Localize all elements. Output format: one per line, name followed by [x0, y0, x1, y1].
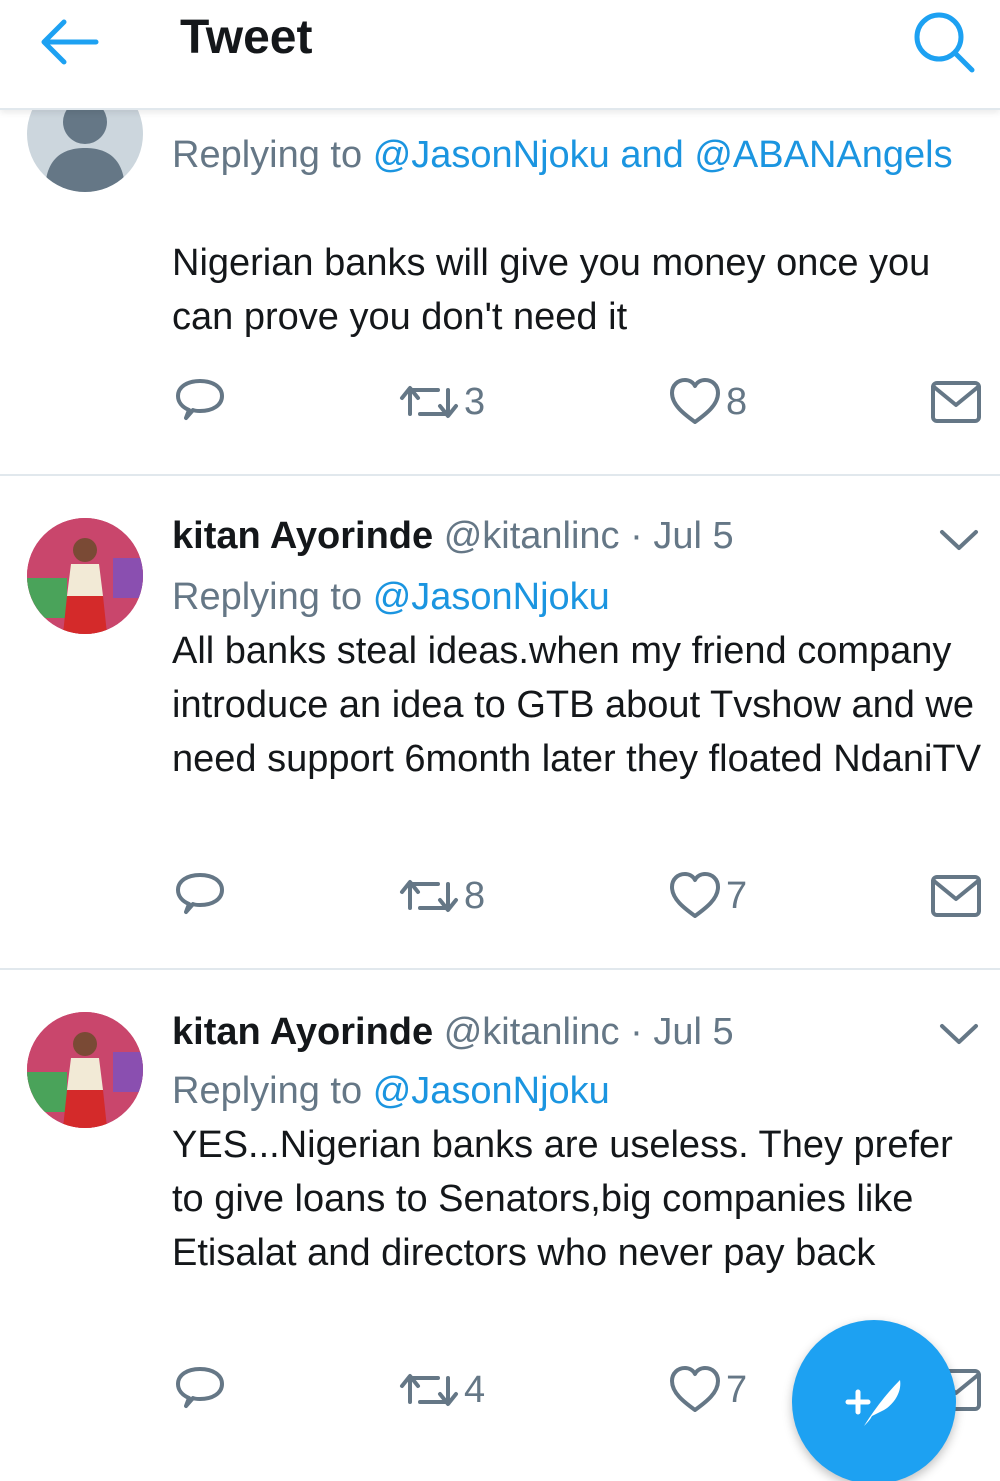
page-title: Tweet: [180, 11, 313, 64]
display-name[interactable]: kitan Ayorinde: [172, 515, 433, 557]
separator-dot: ·: [630, 515, 643, 557]
heart-icon: [670, 872, 720, 918]
tweet-header: kitan Ayorinde @kitanlinc · Jul 5: [172, 514, 734, 558]
arrow-left-icon: [41, 19, 99, 65]
mail-icon: [931, 875, 981, 917]
tweet-date: Jul 5: [653, 515, 734, 557]
tweet-actions: 3 8: [0, 372, 1000, 432]
like-count: 7: [726, 1368, 748, 1411]
tweet-header: kitan Ayorinde @kitanlinc · Jul 5: [172, 1010, 734, 1054]
chevron-down-icon: [940, 530, 978, 550]
back-button[interactable]: [34, 14, 104, 70]
avatar[interactable]: [27, 518, 143, 634]
retweet-icon: [400, 1374, 458, 1406]
separator-dot: ·: [630, 1011, 643, 1053]
user-handle[interactable]: @kitanlinc: [444, 515, 620, 557]
mention-link[interactable]: @JasonNjoku: [373, 576, 610, 618]
heart-icon: [670, 378, 720, 424]
mention-link[interactable]: @JasonNjoku: [373, 1070, 610, 1112]
replying-to: Replying to @JasonNjoku: [172, 570, 972, 624]
retweet-icon: [400, 880, 458, 912]
mail-icon: [931, 381, 981, 423]
search-button[interactable]: [908, 6, 978, 76]
tweet-menu-button[interactable]: [934, 520, 984, 560]
search-icon: [914, 12, 975, 73]
profile-photo-icon: [27, 1012, 143, 1128]
profile-photo-icon: [27, 518, 143, 634]
retweet-button[interactable]: 4: [398, 1360, 485, 1420]
tweet-menu-button[interactable]: [934, 1014, 984, 1054]
tweet-text: YES...Nigerian banks are useless. They p…: [172, 1124, 953, 1274]
replying-to: Replying to @JasonNjoku: [172, 1064, 972, 1118]
retweet-button[interactable]: 8: [398, 866, 485, 926]
reply-button[interactable]: [172, 372, 232, 432]
compose-tweet-button[interactable]: [792, 1320, 956, 1481]
replying-to-label: Replying to: [172, 134, 363, 176]
avatar[interactable]: [27, 1012, 143, 1128]
reply-button[interactable]: [172, 1360, 232, 1420]
like-count: 8: [726, 380, 748, 423]
user-handle[interactable]: @kitanlinc: [444, 1011, 620, 1053]
retweet-count: 3: [464, 380, 486, 423]
tweet-text: All banks steal ideas.when my friend com…: [172, 630, 982, 780]
tweet-actions: 8 7: [0, 866, 1000, 926]
share-button[interactable]: [930, 866, 982, 926]
tweet-text: Nigerian banks will give you money once …: [172, 242, 931, 338]
share-button[interactable]: [930, 372, 982, 432]
mention-link[interactable]: @JasonNjoku and @ABANAngels: [373, 134, 953, 176]
display-name[interactable]: kitan Ayorinde: [172, 1011, 433, 1053]
reply-icon: [176, 1367, 224, 1408]
like-button[interactable]: 7: [668, 1360, 747, 1420]
reply-button[interactable]: [172, 866, 232, 926]
tweet-date: Jul 5: [653, 1011, 734, 1053]
reply-icon: [176, 873, 224, 914]
top-app-bar: Tweet: [0, 0, 1000, 110]
retweet-button[interactable]: 3: [398, 372, 485, 432]
like-button[interactable]: 8: [668, 372, 747, 432]
like-count: 7: [726, 874, 748, 917]
reply-icon: [176, 379, 224, 420]
like-button[interactable]: 7: [668, 866, 747, 926]
replying-to-label: Replying to: [172, 576, 363, 618]
retweet-count: 8: [464, 874, 486, 917]
chevron-down-icon: [940, 1024, 978, 1044]
tweet[interactable]: kitan Ayorinde @kitanlinc · Jul 5 Replyi…: [0, 476, 1000, 970]
heart-icon: [670, 1366, 720, 1412]
replying-to: Replying to @JasonNjoku and @ABANAngels: [172, 128, 972, 182]
retweet-count: 4: [464, 1368, 486, 1411]
retweet-icon: [400, 386, 458, 418]
compose-tweet-icon: [845, 1380, 901, 1426]
replying-to-label: Replying to: [172, 1070, 363, 1112]
